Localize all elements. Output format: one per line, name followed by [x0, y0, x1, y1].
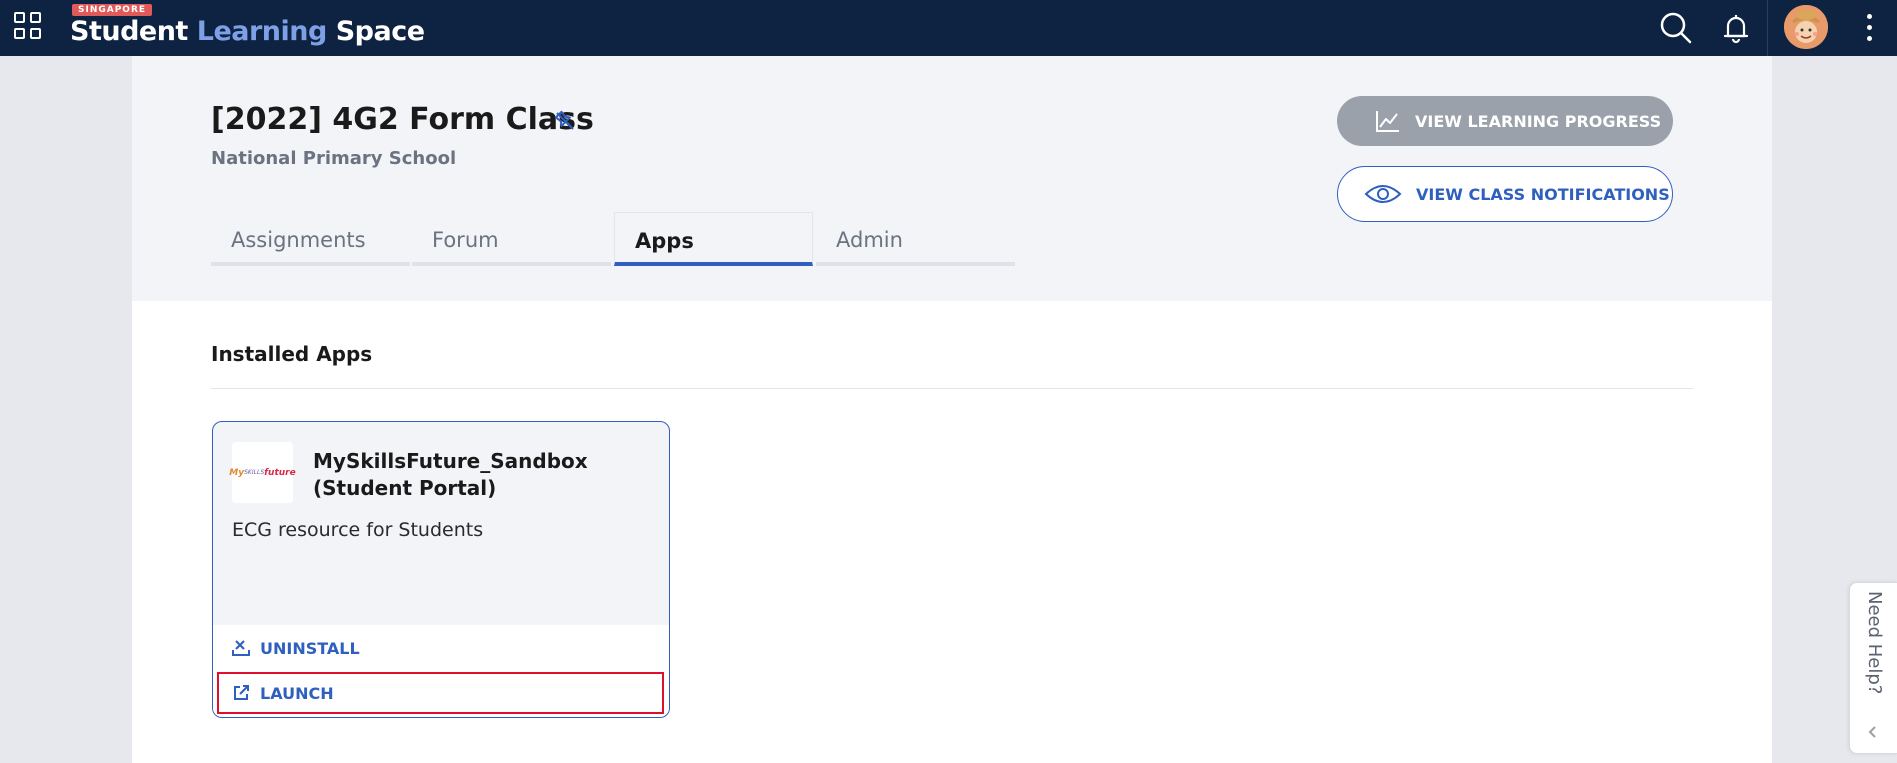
pin-icon[interactable]	[552, 108, 578, 134]
uninstall-icon	[232, 640, 250, 656]
app-actions: UNINSTALL LAUNCH	[213, 625, 669, 717]
apps-grid-icon[interactable]	[14, 12, 44, 42]
launch-highlight-box	[217, 672, 664, 714]
app-name: MySkillsFuture_Sandbox (Student Portal)	[313, 449, 588, 500]
view-class-notifications-label: VIEW CLASS NOTIFICATIONS	[1416, 184, 1670, 204]
singapore-badge: SINGAPORE	[72, 4, 153, 16]
more-vertical-icon[interactable]	[1864, 12, 1874, 44]
need-help-tab[interactable]: Need Help?	[1849, 582, 1897, 754]
topbar-divider	[1767, 0, 1768, 56]
tab-forum-label: Forum	[432, 228, 499, 252]
eye-icon	[1364, 185, 1402, 203]
tab-apps-label: Apps	[635, 229, 694, 253]
view-learning-progress-label: VIEW LEARNING PROGRESS	[1415, 111, 1662, 131]
chart-line-icon	[1376, 111, 1399, 132]
installed-apps-heading: Installed Apps	[211, 342, 373, 366]
search-icon[interactable]	[1658, 10, 1694, 46]
app-description: ECG resource for Students	[232, 519, 484, 541]
main-content: [2022] 4G2 Form Class National Primary S…	[132, 56, 1772, 763]
tab-assignments[interactable]: Assignments	[211, 212, 410, 266]
school-name: National Primary School	[211, 148, 457, 169]
tab-admin-label: Admin	[836, 228, 903, 252]
app-card: My SKILLS future MySkillsFuture_Sandbox (S…	[212, 421, 670, 718]
chevron-left-icon	[1868, 726, 1876, 738]
class-header: [2022] 4G2 Form Class National Primary S…	[132, 56, 1772, 301]
myskillsfuture-logo: My SKILLS future	[229, 442, 296, 503]
avatar[interactable]	[1784, 5, 1828, 49]
bell-icon[interactable]	[1718, 10, 1754, 46]
brand-name: Student Learning Space	[70, 16, 425, 47]
uninstall-label: UNINSTALL	[260, 638, 360, 658]
view-class-notifications-button[interactable]: VIEW CLASS NOTIFICATIONS	[1337, 166, 1673, 222]
top-navigation-bar: SINGAPORE Student Learning Space	[0, 0, 1897, 56]
section-divider	[211, 388, 1693, 389]
tab-apps[interactable]: Apps	[614, 212, 813, 266]
tab-forum[interactable]: Forum	[412, 212, 611, 266]
uninstall-button[interactable]: UNINSTALL	[232, 633, 360, 663]
tab-admin[interactable]: Admin	[816, 212, 1015, 266]
tab-assignments-label: Assignments	[231, 228, 366, 252]
need-help-label: Need Help?	[1864, 591, 1885, 695]
view-learning-progress-button[interactable]: VIEW LEARNING PROGRESS	[1337, 96, 1673, 146]
page-title: [2022] 4G2 Form Class	[211, 102, 594, 137]
